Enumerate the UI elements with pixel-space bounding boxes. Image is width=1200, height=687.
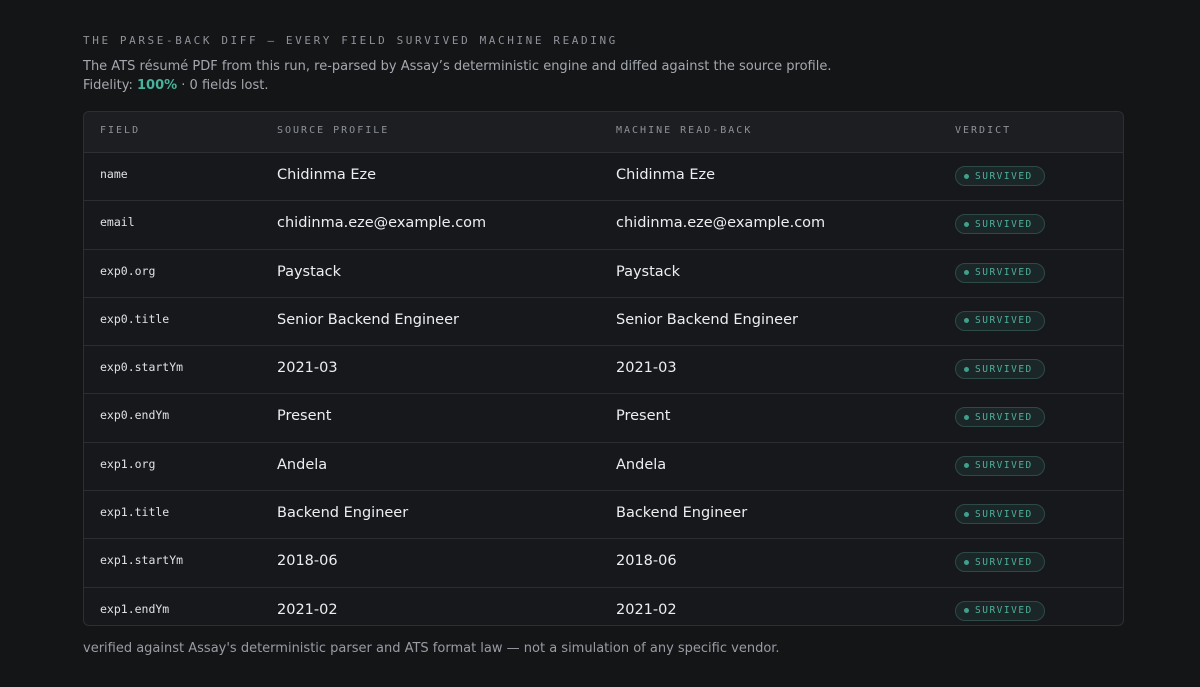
source-profile-cell: Senior Backend Engineer bbox=[277, 311, 459, 328]
section-eyebrow: THE PARSE-BACK DIFF — EVERY FIELD SURVIV… bbox=[83, 34, 618, 47]
table-row: exp1.org Andela Andela SURVIVED bbox=[84, 443, 1123, 492]
diff-table: FIELD SOURCE PROFILE MACHINE READ-BACK V… bbox=[83, 111, 1124, 626]
verdict-label: SURVIVED bbox=[975, 411, 1033, 423]
verdict-label: SURVIVED bbox=[975, 170, 1033, 182]
verdict-badge: SURVIVED bbox=[955, 552, 1045, 573]
field-name-cell: exp0.title bbox=[100, 311, 170, 326]
table-row: name Chidinma Eze Chidinma Eze SURVIVED bbox=[84, 153, 1123, 202]
table-row: exp0.startYm 2021-03 2021-03 SURVIVED bbox=[84, 346, 1123, 395]
column-header-field: FIELD bbox=[100, 125, 141, 136]
verdict-label: SURVIVED bbox=[975, 315, 1033, 327]
source-profile-cell: chidinma.eze@example.com bbox=[277, 215, 487, 232]
table-body: name Chidinma Eze Chidinma Eze SURVIVED emai… bbox=[84, 153, 1123, 625]
table-row: exp1.startYm 2018-06 2018-06 SURVIVED bbox=[84, 539, 1123, 588]
status-dot-icon bbox=[964, 221, 969, 227]
status-dot-icon bbox=[964, 608, 969, 614]
machine-read-back-cell: Andela bbox=[616, 456, 667, 473]
machine-read-back-cell: 2021-03 bbox=[616, 360, 677, 377]
column-header-source-profile: SOURCE PROFILE bbox=[277, 125, 390, 136]
verdict-label: SURVIVED bbox=[975, 556, 1033, 568]
field-name-cell: exp0.startYm bbox=[100, 360, 184, 375]
status-dot-icon bbox=[964, 366, 969, 372]
fidelity-value: 100% bbox=[136, 78, 178, 93]
status-dot-icon bbox=[964, 511, 969, 517]
verdict-badge: SURVIVED bbox=[955, 600, 1045, 621]
section-description: The ATS résumé PDF from this run, re-par… bbox=[83, 57, 831, 95]
status-dot-icon bbox=[964, 318, 969, 324]
source-profile-cell: 2021-03 bbox=[277, 360, 338, 377]
verdict-label: SURVIVED bbox=[975, 363, 1033, 375]
verdict-label: SURVIVED bbox=[975, 508, 1033, 520]
table-header: FIELD SOURCE PROFILE MACHINE READ-BACK V… bbox=[84, 112, 1123, 153]
table-row: exp1.endYm 2021-02 2021-02 SURVIVED bbox=[84, 588, 1123, 625]
verdict-badge: SURVIVED bbox=[955, 262, 1045, 283]
field-name-cell: email bbox=[100, 215, 135, 230]
verdict-badge: SURVIVED bbox=[955, 407, 1045, 428]
verdict-label: SURVIVED bbox=[975, 267, 1033, 279]
column-header-machine-read-back: MACHINE READ-BACK bbox=[616, 125, 753, 136]
verdict-label: SURVIVED bbox=[975, 605, 1033, 617]
status-dot-icon bbox=[964, 270, 969, 276]
status-dot-icon bbox=[964, 559, 969, 565]
verdict-badge: SURVIVED bbox=[955, 504, 1045, 525]
source-profile-cell: 2018-06 bbox=[277, 553, 338, 570]
field-name-cell: exp1.startYm bbox=[100, 553, 184, 568]
verdict-badge: SURVIVED bbox=[955, 310, 1045, 331]
table-row: email chidinma.eze@example.com chidinma.ez… bbox=[84, 201, 1123, 250]
table-row: exp0.title Senior Backend Engineer Senior … bbox=[84, 298, 1123, 347]
source-profile-cell: Present bbox=[277, 408, 332, 425]
verdict-badge: SURVIVED bbox=[955, 359, 1045, 380]
status-dot-icon bbox=[964, 414, 969, 420]
verdict-label: SURVIVED bbox=[975, 460, 1033, 472]
table-row: exp0.endYm Present Present SURVIVED bbox=[84, 394, 1123, 443]
verification-footnote: verified against Assay's deterministic p… bbox=[83, 641, 780, 656]
column-header-verdict: VERDICT bbox=[955, 125, 1012, 136]
machine-read-back-cell: Senior Backend Engineer bbox=[616, 311, 798, 328]
field-name-cell: exp1.org bbox=[100, 456, 156, 471]
field-name-cell: exp1.endYm bbox=[100, 601, 170, 616]
status-dot-icon bbox=[964, 463, 969, 469]
verdict-badge: SURVIVED bbox=[955, 166, 1045, 186]
source-profile-cell: Backend Engineer bbox=[277, 505, 409, 522]
fidelity-label: Fidelity: bbox=[83, 78, 133, 93]
machine-read-back-cell: 2021-02 bbox=[616, 601, 677, 618]
field-name-cell: exp0.endYm bbox=[100, 408, 170, 423]
table-row: exp0.org Paystack Paystack SURVIVED bbox=[84, 250, 1123, 298]
status-dot-icon bbox=[964, 173, 969, 179]
field-name-cell: exp1.title bbox=[100, 505, 170, 520]
field-name-cell: exp0.org bbox=[100, 263, 156, 278]
verdict-badge: SURVIVED bbox=[955, 214, 1045, 235]
table-row: exp1.title Backend Engineer Backend Engine… bbox=[84, 491, 1123, 540]
source-profile-cell: Chidinma Eze bbox=[277, 167, 377, 183]
source-profile-cell: 2021-02 bbox=[277, 601, 338, 618]
source-profile-cell: Andela bbox=[277, 456, 328, 473]
machine-read-back-cell: 2018-06 bbox=[616, 553, 677, 570]
verdict-badge: SURVIVED bbox=[955, 455, 1045, 476]
source-profile-cell: Paystack bbox=[277, 263, 342, 280]
fidelity-line: Fidelity: 100% · 0 fields lost. bbox=[83, 76, 831, 95]
field-name-cell: name bbox=[100, 167, 128, 181]
machine-read-back-cell: chidinma.eze@example.com bbox=[616, 215, 826, 232]
fidelity-suffix: · 0 fields lost. bbox=[181, 78, 269, 93]
machine-read-back-cell: Present bbox=[616, 408, 671, 425]
machine-read-back-cell: Chidinma Eze bbox=[616, 167, 716, 183]
machine-read-back-cell: Backend Engineer bbox=[616, 505, 748, 522]
machine-read-back-cell: Paystack bbox=[616, 263, 681, 280]
verdict-label: SURVIVED bbox=[975, 218, 1033, 230]
description-text: The ATS résumé PDF from this run, re-par… bbox=[83, 59, 832, 74]
